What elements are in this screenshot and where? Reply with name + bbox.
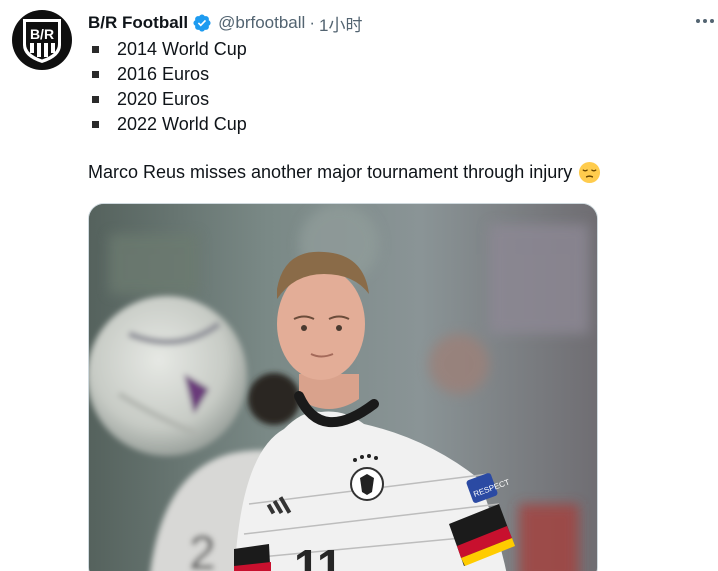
list-item-label: 2016 Euros: [117, 64, 210, 84]
list-item: 2022 World Cup: [92, 112, 247, 137]
square-bullet-icon: [92, 121, 99, 128]
avatar-logo-text: B/R: [30, 26, 54, 42]
jersey-number: 11: [294, 540, 343, 571]
tweet-text: Marco Reus misses another major tourname…: [88, 161, 601, 184]
svg-text:2: 2: [189, 527, 216, 571]
tweet-text-content: Marco Reus misses another major tourname…: [88, 162, 573, 182]
list-item: 2020 Euros: [92, 87, 247, 112]
list-item-label: 2014 World Cup: [117, 39, 247, 59]
list-item: 2014 World Cup: [92, 37, 247, 62]
list-item-label: 2022 World Cup: [117, 114, 247, 134]
square-bullet-icon: [92, 46, 99, 53]
handle[interactable]: @brfootball: [218, 13, 305, 33]
separator: ·: [309, 13, 315, 32]
tweet-header: B/R Football @brfootball · 1小时: [88, 11, 362, 36]
more-horizontal-icon[interactable]: [692, 8, 718, 34]
avatar[interactable]: B/R: [12, 10, 72, 70]
tweet-photo[interactable]: 2 RESPECT 11: [88, 203, 598, 571]
tweet-bullet-list: 2014 World Cup 2016 Euros 2020 Euros 202…: [92, 37, 247, 137]
display-name[interactable]: B/R Football: [88, 13, 188, 33]
list-item: 2016 Euros: [92, 62, 247, 87]
bleacher-report-shield-logo: B/R: [23, 19, 61, 63]
verified-badge-icon: [192, 13, 212, 33]
pensive-face-emoji: [578, 161, 601, 184]
list-item-label: 2020 Euros: [117, 89, 210, 109]
square-bullet-icon: [92, 71, 99, 78]
timestamp[interactable]: 1小时: [319, 11, 362, 36]
square-bullet-icon: [92, 96, 99, 103]
player-photo: 2 RESPECT 11: [89, 204, 597, 571]
